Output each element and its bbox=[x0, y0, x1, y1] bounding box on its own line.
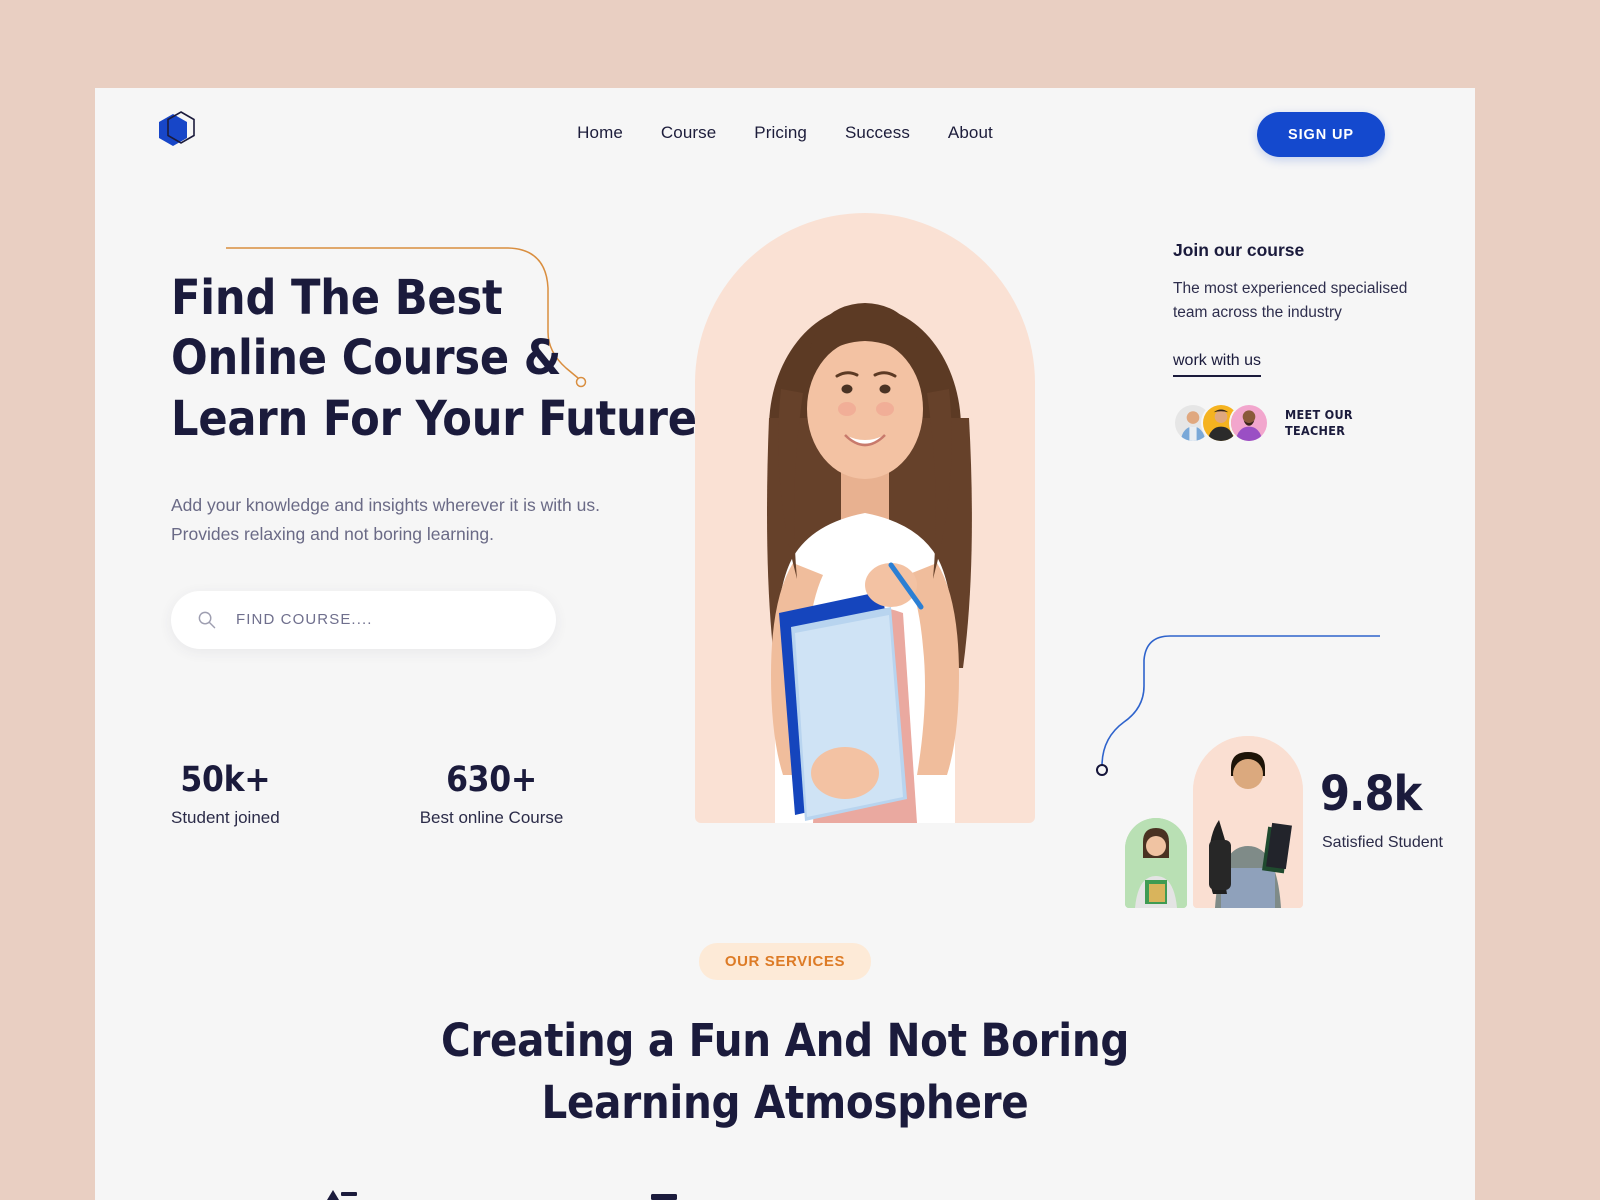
meet-teacher-line-1: MEET OUR bbox=[1285, 406, 1353, 422]
stat-student-joined: 50k+ Student joined bbox=[171, 760, 280, 828]
services-section: OUR SERVICES Creating a Fun And Not Bori… bbox=[95, 943, 1475, 1134]
nav-item-pricing[interactable]: Pricing bbox=[752, 119, 809, 147]
services-heading-line-2: Learning Atmosphere bbox=[541, 1076, 1029, 1130]
nav-item-home[interactable]: Home bbox=[575, 119, 625, 147]
student-photo-small bbox=[1125, 818, 1187, 908]
search-placeholder-text: FIND COURSE.... bbox=[236, 611, 373, 629]
satisfied-student-label: Satisfied Student bbox=[1322, 834, 1443, 851]
search-icon bbox=[197, 610, 216, 629]
stat-best-online-course: 630+ Best online Course bbox=[420, 760, 564, 828]
site-header: Home Course Pricing Success About SIGN U… bbox=[95, 88, 1475, 178]
services-heading: Creating a Fun And Not Boring Learning A… bbox=[95, 1010, 1475, 1134]
satisfied-student-card: 9.8k Satisfied Student bbox=[1050, 618, 1475, 908]
landing-page: Home Course Pricing Success About SIGN U… bbox=[95, 88, 1475, 1200]
stat-label: Best online Course bbox=[419, 808, 564, 827]
stat-number: 630+ bbox=[446, 760, 537, 800]
teacher-avatar-3[interactable] bbox=[1229, 403, 1269, 444]
join-course-panel: Join our course The most experienced spe… bbox=[1173, 240, 1433, 444]
join-course-title: Join our course bbox=[1173, 240, 1305, 260]
sign-up-button[interactable]: SIGN UP bbox=[1257, 112, 1385, 157]
hero-heading-line-1: Find The Best bbox=[171, 270, 503, 326]
student-photo-large bbox=[1193, 736, 1303, 908]
page-title: Find The Best Online Course & Learn For … bbox=[171, 268, 731, 449]
join-course-description: The most experienced specialised team ac… bbox=[1173, 280, 1408, 321]
student-illustration bbox=[695, 213, 1035, 823]
meet-our-teacher-label: MEET OUR TEACHER bbox=[1285, 407, 1353, 440]
services-heading-line-1: Creating a Fun And Not Boring bbox=[440, 1014, 1130, 1067]
search-input[interactable]: FIND COURSE.... bbox=[171, 590, 556, 649]
stat-number: 50k+ bbox=[180, 760, 271, 800]
hero-stats: 50k+ Student joined 630+ Best online Cou… bbox=[171, 760, 563, 828]
nav-item-success[interactable]: Success bbox=[843, 119, 912, 147]
avatar-stack[interactable] bbox=[1173, 403, 1269, 444]
nav-item-course[interactable]: Course bbox=[659, 119, 718, 147]
stat-label: Student joined bbox=[171, 808, 280, 827]
satisfied-student-number: 9.8k bbox=[1320, 766, 1422, 822]
service-icons-row bbox=[95, 1178, 1475, 1200]
services-badge: OUR SERVICES bbox=[698, 943, 872, 980]
hero-heading-line-3: Learn For Your Future bbox=[171, 390, 697, 447]
teacher-avatars-row: MEET OUR TEACHER bbox=[1173, 403, 1433, 444]
hero-left-column: Find The Best Online Course & Learn For … bbox=[171, 240, 731, 649]
hero-heading-line-2: Online Course & bbox=[171, 330, 562, 387]
meet-teacher-line-2: TEACHER bbox=[1285, 423, 1346, 439]
hero-subtitle: Add your knowledge and insights wherever… bbox=[171, 495, 600, 545]
nav-item-about[interactable]: About bbox=[946, 119, 995, 147]
work-with-us-link[interactable]: work with us bbox=[1173, 352, 1262, 378]
hero-student-photo bbox=[695, 213, 1035, 823]
